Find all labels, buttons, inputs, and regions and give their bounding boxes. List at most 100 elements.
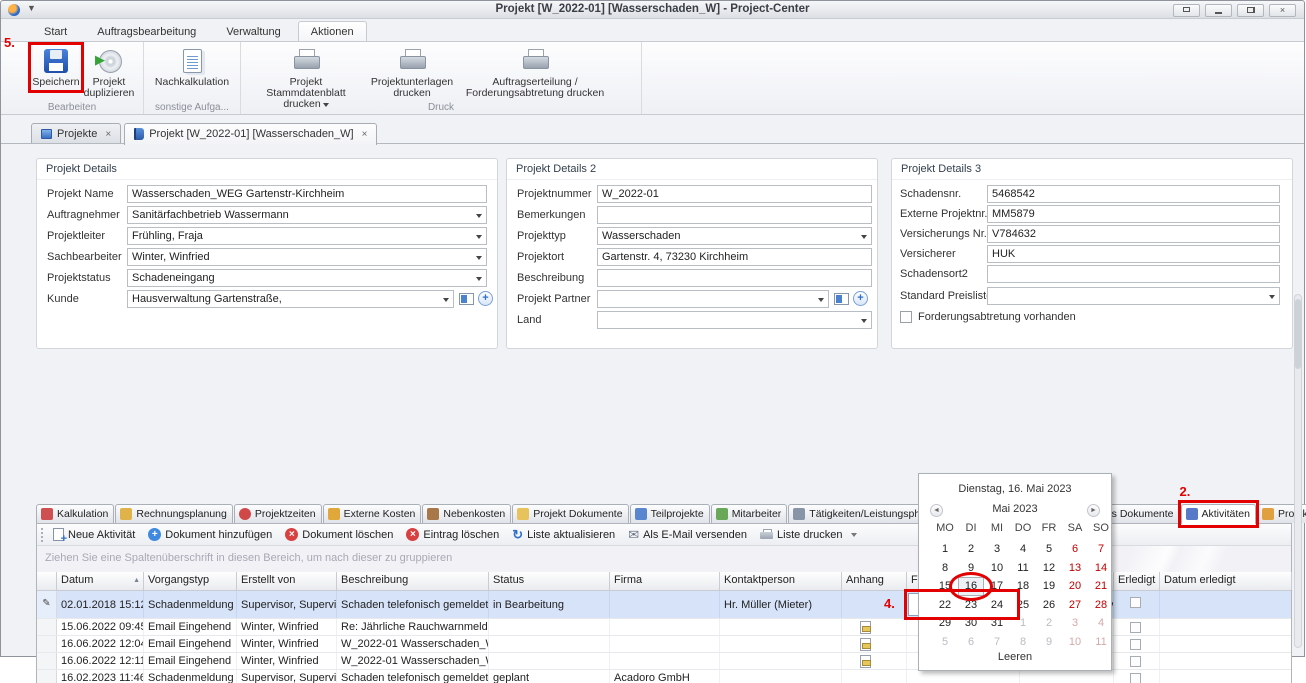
column-header-vorgangstyp[interactable]: Vorgangstyp xyxy=(144,572,237,590)
column-header-firma[interactable]: Firma xyxy=(610,572,720,590)
calendar-day[interactable]: 9 xyxy=(958,559,984,578)
land-input[interactable] xyxy=(597,311,872,329)
chevron-down-icon[interactable] xyxy=(476,235,482,239)
auftragnehmer-input[interactable]: Sanitärfachbetrieb Wassermann xyxy=(127,206,487,224)
projektstatus-input[interactable]: Schadeneingang xyxy=(127,269,487,287)
calendar-day[interactable]: 24 xyxy=(984,596,1010,615)
attachment-icon[interactable] xyxy=(860,621,871,634)
calendar-day[interactable]: 27 xyxy=(1062,596,1088,615)
forderungsabtretung-checkbox[interactable] xyxy=(900,311,912,323)
calendar-day[interactable]: 5 xyxy=(1036,540,1062,559)
erledigt-checkbox[interactable] xyxy=(1130,597,1141,608)
bemerkungen-input[interactable] xyxy=(597,206,872,224)
chevron-down-icon[interactable] xyxy=(861,235,867,239)
dokument-hinzufuegen-button[interactable]: +Dokument hinzufügen xyxy=(148,528,272,541)
calendar-day[interactable]: 11 xyxy=(1088,633,1114,652)
ribbon-tab-auftragsbearbeitung[interactable]: Auftragsbearbeitung xyxy=(84,21,209,41)
column-header-kontaktperson[interactable]: Kontaktperson xyxy=(720,572,842,590)
calendar-day[interactable]: 31 xyxy=(984,614,1010,633)
toolbar-grip[interactable] xyxy=(41,528,44,542)
erledigt-checkbox[interactable] xyxy=(1130,673,1141,683)
eintrag-loeschen-button[interactable]: ×Eintrag löschen xyxy=(406,528,499,541)
calendar-day[interactable]: 2 xyxy=(1036,614,1062,633)
calendar-day[interactable]: 1 xyxy=(932,540,958,559)
externe-projektnr-input[interactable]: MM5879 xyxy=(987,205,1280,223)
calendar-day[interactable]: 3 xyxy=(984,540,1010,559)
erledigt-checkbox[interactable] xyxy=(1130,622,1141,633)
close-tab-icon[interactable]: × xyxy=(362,129,368,140)
standard-preisliste-input[interactable] xyxy=(987,287,1280,305)
calendar-day[interactable]: 6 xyxy=(1062,540,1088,559)
chevron-down-icon[interactable] xyxy=(476,214,482,218)
tab-externe-kosten[interactable]: Externe Kosten xyxy=(323,504,422,523)
projekt-duplizieren-button[interactable]: Projekt duplizieren xyxy=(81,45,137,101)
schadensnr-input[interactable]: 5468542 xyxy=(987,185,1280,203)
calendar-day[interactable]: 7 xyxy=(984,633,1010,652)
calendar-day[interactable]: 21 xyxy=(1088,577,1114,596)
calendar-day[interactable]: 20 xyxy=(1062,577,1088,596)
chevron-down-icon[interactable] xyxy=(1269,295,1275,299)
tab-teilprojekte[interactable]: Teilprojekte xyxy=(630,504,710,523)
nachkalkulation-button[interactable]: Nachkalkulation xyxy=(150,45,234,90)
auftragserteilung-drucken-button[interactable]: Auftragserteilung / Forderungsabtretung … xyxy=(459,45,611,101)
calendar-day[interactable]: 19 xyxy=(1036,577,1062,596)
chevron-down-icon[interactable] xyxy=(476,256,482,260)
contact-card-icon[interactable] xyxy=(459,293,474,305)
column-header-beschreibung[interactable]: Beschreibung xyxy=(337,572,489,590)
neue-aktivitaet-button[interactable]: Neue Aktivität xyxy=(53,528,135,541)
chevron-down-icon[interactable] xyxy=(476,277,482,281)
scrollbar-thumb[interactable] xyxy=(1295,299,1301,369)
calendar-day[interactable]: 10 xyxy=(984,559,1010,578)
fullscreen-button[interactable] xyxy=(1173,4,1200,17)
calendar-day[interactable]: 18 xyxy=(1010,577,1036,596)
chevron-down-icon[interactable] xyxy=(818,298,824,302)
projektunterlagen-drucken-button[interactable]: Projektunterlagen drucken xyxy=(365,45,459,101)
calendar-day[interactable]: 10 xyxy=(1062,633,1088,652)
calendar-day[interactable]: 22 xyxy=(932,596,958,615)
calendar-day[interactable]: 1 xyxy=(1010,614,1036,633)
calendar-day[interactable]: 4 xyxy=(1010,540,1036,559)
projektnummer-input[interactable]: W_2022-01 xyxy=(597,185,872,203)
calendar-day[interactable]: 9 xyxy=(1036,633,1062,652)
add-circle-icon[interactable]: + xyxy=(853,291,868,306)
calendar-day[interactable]: 15 xyxy=(932,577,958,596)
erledigt-checkbox[interactable] xyxy=(1130,639,1141,650)
close-tab-icon[interactable]: × xyxy=(105,129,111,140)
attachment-icon[interactable] xyxy=(860,655,871,668)
doctab-projekte[interactable]: Projekte × xyxy=(31,123,121,144)
liste-drucken-button[interactable]: Liste drucken xyxy=(760,529,842,541)
calendar-day[interactable]: 30 xyxy=(958,614,984,633)
calendar-day[interactable]: 5 xyxy=(932,633,958,652)
ribbon-tab-verwaltung[interactable]: Verwaltung xyxy=(213,21,293,41)
versicherungs-nr-input[interactable]: V784632 xyxy=(987,225,1280,243)
calendar-day[interactable]: 25 xyxy=(1010,596,1036,615)
erledigt-checkbox[interactable] xyxy=(1130,656,1141,667)
column-header-erstellt-von[interactable]: Erstellt von xyxy=(237,572,337,590)
projektleiter-input[interactable]: Frühling, Fraja xyxy=(127,227,487,245)
calendar-day[interactable]: 8 xyxy=(1010,633,1036,652)
calendar-day[interactable]: 26 xyxy=(1036,596,1062,615)
contact-card-icon[interactable] xyxy=(834,293,849,305)
tab-projektzeiten[interactable]: Projektzeiten xyxy=(234,504,322,523)
tab-projekt-dokumente[interactable]: Projekt Dokumente xyxy=(512,504,628,523)
next-month-icon[interactable]: ► xyxy=(1087,504,1100,517)
doctab-projekt-w-2022-01[interactable]: Projekt [W_2022-01] [Wasserschaden_W] × xyxy=(124,123,377,145)
calendar-day[interactable]: 4 xyxy=(1088,614,1114,633)
tab-aktivitaeten[interactable]: Aktivitäten xyxy=(1181,504,1256,524)
calendar-day[interactable]: 8 xyxy=(932,559,958,578)
calendar-month-label[interactable]: Mai 2023 xyxy=(992,503,1037,515)
minimize-button[interactable] xyxy=(1205,4,1232,17)
tab-nebenkosten[interactable]: Nebenkosten xyxy=(422,504,511,523)
calendar-day[interactable]: 29 xyxy=(932,614,958,633)
column-header-datum-erledigt[interactable]: Datum erledigt xyxy=(1160,572,1292,590)
table-row[interactable]: 16.02.2023 11:46SchadenmeldungSupervisor… xyxy=(37,670,1291,683)
projekt-partner-input[interactable] xyxy=(597,290,829,308)
kunde-input[interactable]: Hausverwaltung Gartenstraße, xyxy=(127,290,454,308)
als-e-mail-versenden-button[interactable]: ✉Als E-Mail versenden xyxy=(628,528,747,541)
ribbon-tab-start[interactable]: Start xyxy=(31,21,80,41)
vertical-scrollbar[interactable] xyxy=(1294,294,1302,648)
column-header-status[interactable]: Status xyxy=(489,572,610,590)
calendar-day[interactable]: 11 xyxy=(1010,559,1036,578)
calendar-day[interactable]: 28 xyxy=(1088,596,1114,615)
attachment-icon[interactable] xyxy=(860,638,871,651)
